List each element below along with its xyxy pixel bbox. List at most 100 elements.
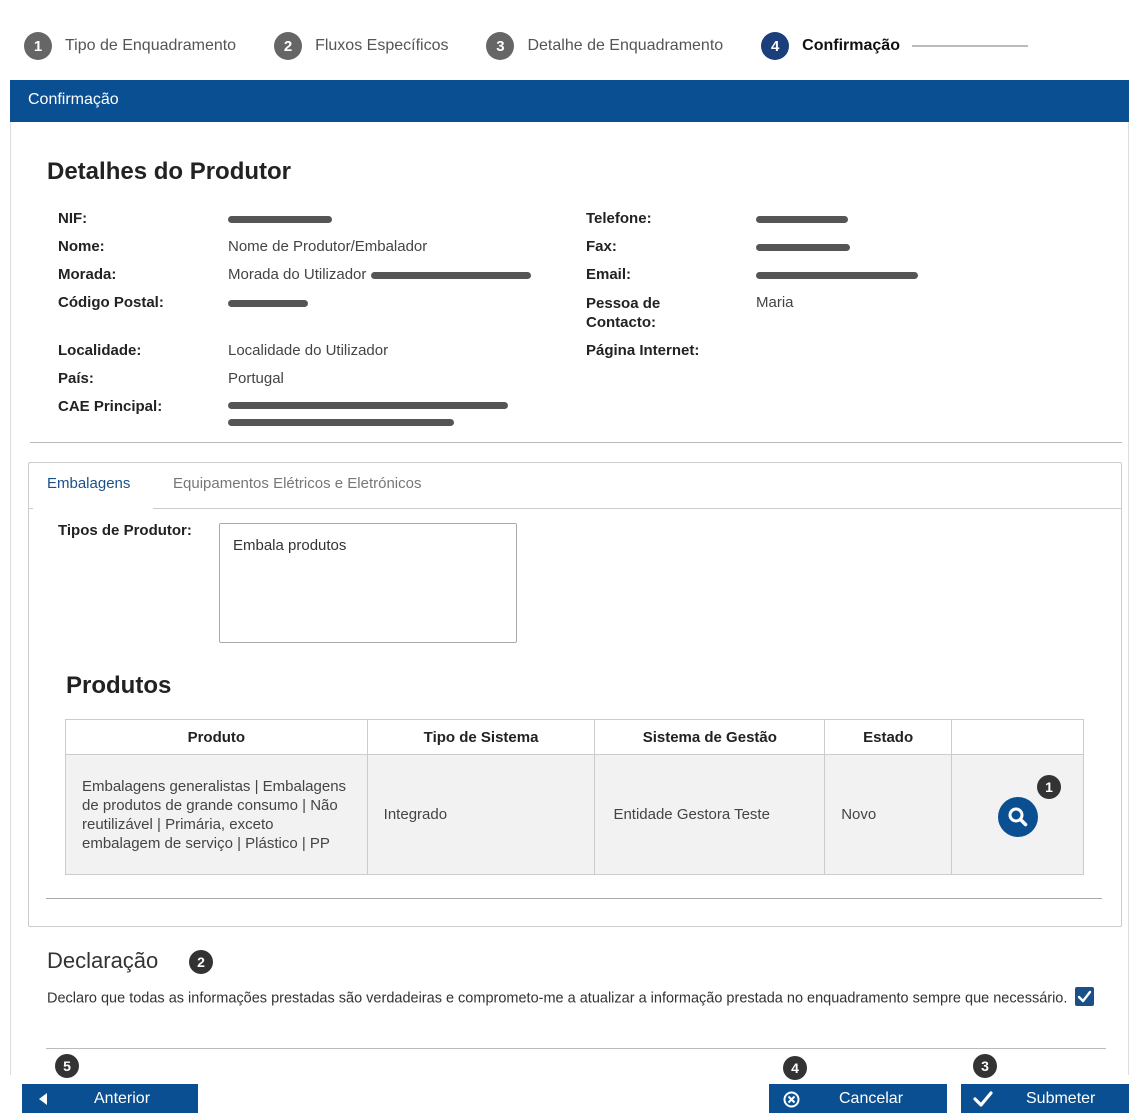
- step-label: Tipo de Enquadramento: [65, 37, 237, 54]
- cancel-circle-icon: [783, 1091, 800, 1108]
- tab-equipamentos[interactable]: Equipamentos Elétricos e Eletrónicos: [173, 475, 421, 492]
- column-header: Tipo de Sistema: [366, 719, 596, 755]
- tabs-header: Embalagens Equipamentos Elétricos e Elet…: [29, 463, 1121, 510]
- field-nif: NIF:: [58, 210, 332, 227]
- progress-stepper: 1 Tipo de Enquadramento 2 Fluxos Específ…: [24, 30, 1028, 62]
- field-nome: Nome: Nome de Produtor/Embalador: [58, 238, 427, 255]
- section-header: Confirmação: [10, 80, 1129, 122]
- submeter-button[interactable]: Submeter: [961, 1084, 1129, 1113]
- declaracao-heading: Declaração: [47, 948, 159, 973]
- step-number: 2: [274, 32, 303, 60]
- step-2: 2 Fluxos Específicos: [274, 32, 448, 60]
- step-1: 1 Tipo de Enquadramento: [24, 32, 236, 60]
- step-label: Fluxos Específicos: [315, 37, 449, 54]
- step-3: 3 Detalhe de Enquadramento: [486, 32, 723, 60]
- annotation-badge: 2: [189, 950, 213, 974]
- field-value: [228, 210, 332, 227]
- search-icon: [1008, 807, 1027, 826]
- step-number: 3: [486, 32, 515, 60]
- cell-actions: [951, 754, 1084, 875]
- field-contacto: Pessoa de Contacto: Maria: [586, 294, 794, 332]
- column-header: Estado: [824, 719, 953, 755]
- declaracao-text: Declaro que todas as informações prestad…: [47, 990, 1068, 1007]
- field-label: Fax:: [586, 238, 617, 255]
- morada-text: Morada do Utilizador: [228, 266, 367, 283]
- step-progress-line: [911, 45, 1028, 47]
- divider: [30, 442, 1122, 443]
- field-value: Maria: [756, 294, 794, 311]
- annotation-badge: 3: [973, 1054, 997, 1078]
- field-label: País:: [58, 370, 94, 387]
- redacted-value: [228, 402, 508, 409]
- field-label: Morada:: [58, 266, 117, 283]
- field-label: Telefone:: [586, 210, 652, 227]
- field-value: Nome de Produtor/Embalador: [228, 238, 428, 255]
- cell-estado: Novo: [824, 754, 953, 875]
- field-value: [756, 210, 848, 227]
- step-label: Confirmação: [802, 37, 900, 54]
- produtor-heading: Detalhes do Produtor: [47, 158, 292, 185]
- field-label: Localidade:: [58, 342, 142, 359]
- field-internet: Página Internet:: [586, 342, 756, 359]
- annotation-badge: 1: [1037, 775, 1061, 799]
- table-row: Embalagens generalistas | Embalagens de …: [65, 754, 1084, 875]
- annotation-badge: 5: [55, 1054, 79, 1078]
- redacted-value: [756, 215, 848, 223]
- redacted-value: [756, 243, 850, 251]
- redacted-value: [228, 419, 454, 426]
- submeter-label: Submeter: [1026, 1090, 1096, 1107]
- field-morada: Morada: Morada do Utilizador: [58, 266, 531, 283]
- cancelar-label: Cancelar: [839, 1090, 904, 1107]
- field-value: [228, 398, 508, 426]
- field-label: Email:: [586, 266, 632, 283]
- anterior-label: Anterior: [94, 1090, 151, 1107]
- redacted-value: [228, 299, 308, 307]
- tab-embalagens[interactable]: Embalagens: [47, 475, 130, 492]
- field-value: Localidade do Utilizador: [228, 342, 389, 359]
- redacted-value: [756, 271, 918, 279]
- produtos-heading: Produtos: [66, 672, 172, 699]
- declaracao-text-block: Declaro que todas as informações prestad…: [47, 987, 1107, 1008]
- view-details-button[interactable]: [997, 796, 1038, 837]
- cell-tipo-sistema: Integrado: [366, 754, 596, 875]
- cancelar-button[interactable]: Cancelar: [769, 1084, 947, 1113]
- redacted-value: [228, 215, 332, 223]
- field-label: Página Internet:: [586, 342, 700, 359]
- arrow-left-icon: [38, 1093, 48, 1105]
- field-label: Código Postal:: [58, 294, 164, 311]
- checkmark-icon: [973, 1090, 993, 1108]
- field-localidade: Localidade: Localidade do Utilizador: [58, 342, 388, 359]
- tipos-produtor-label: Tipos de Produtor:: [58, 522, 192, 539]
- divider: [46, 1048, 1106, 1049]
- field-value: [756, 266, 918, 283]
- produtos-table: Produto Tipo de Sistema Sistema de Gestã…: [65, 719, 1084, 875]
- field-value: Portugal: [228, 370, 284, 387]
- step-label: Detalhe de Enquadramento: [527, 37, 724, 54]
- active-tab-indicator: [33, 507, 153, 510]
- checkmark-icon: [1078, 990, 1092, 1003]
- column-header: [951, 719, 1084, 755]
- column-header: Sistema de Gestão: [594, 719, 826, 755]
- field-value: [228, 294, 308, 311]
- field-codigo-postal: Código Postal:: [58, 294, 308, 311]
- annotation-badge: 4: [783, 1056, 807, 1080]
- field-pais: País: Portugal: [58, 370, 284, 387]
- field-email: Email:: [586, 266, 918, 283]
- field-value: [756, 238, 850, 255]
- step-number: 4: [761, 32, 790, 60]
- field-telefone: Telefone:: [586, 210, 848, 227]
- tipos-produtor-field: Embala produtos: [219, 523, 517, 643]
- table-header-row: Produto Tipo de Sistema Sistema de Gestã…: [65, 719, 1084, 755]
- declaracao-checkbox[interactable]: [1075, 987, 1095, 1006]
- field-label: CAE Principal:: [58, 398, 163, 415]
- step-4: 4 Confirmação: [761, 32, 900, 60]
- field-fax: Fax:: [586, 238, 850, 255]
- field-value: Morada do Utilizador: [228, 266, 531, 283]
- field-label: Nome:: [58, 238, 105, 255]
- field-label: Pessoa de Contacto:: [586, 295, 661, 331]
- cell-sistema-gestao: Entidade Gestora Teste: [594, 754, 826, 875]
- field-label: NIF:: [58, 210, 88, 227]
- anterior-button[interactable]: Anterior: [22, 1084, 198, 1113]
- redacted-value: [370, 271, 531, 279]
- field-cae: CAE Principal:: [58, 398, 508, 426]
